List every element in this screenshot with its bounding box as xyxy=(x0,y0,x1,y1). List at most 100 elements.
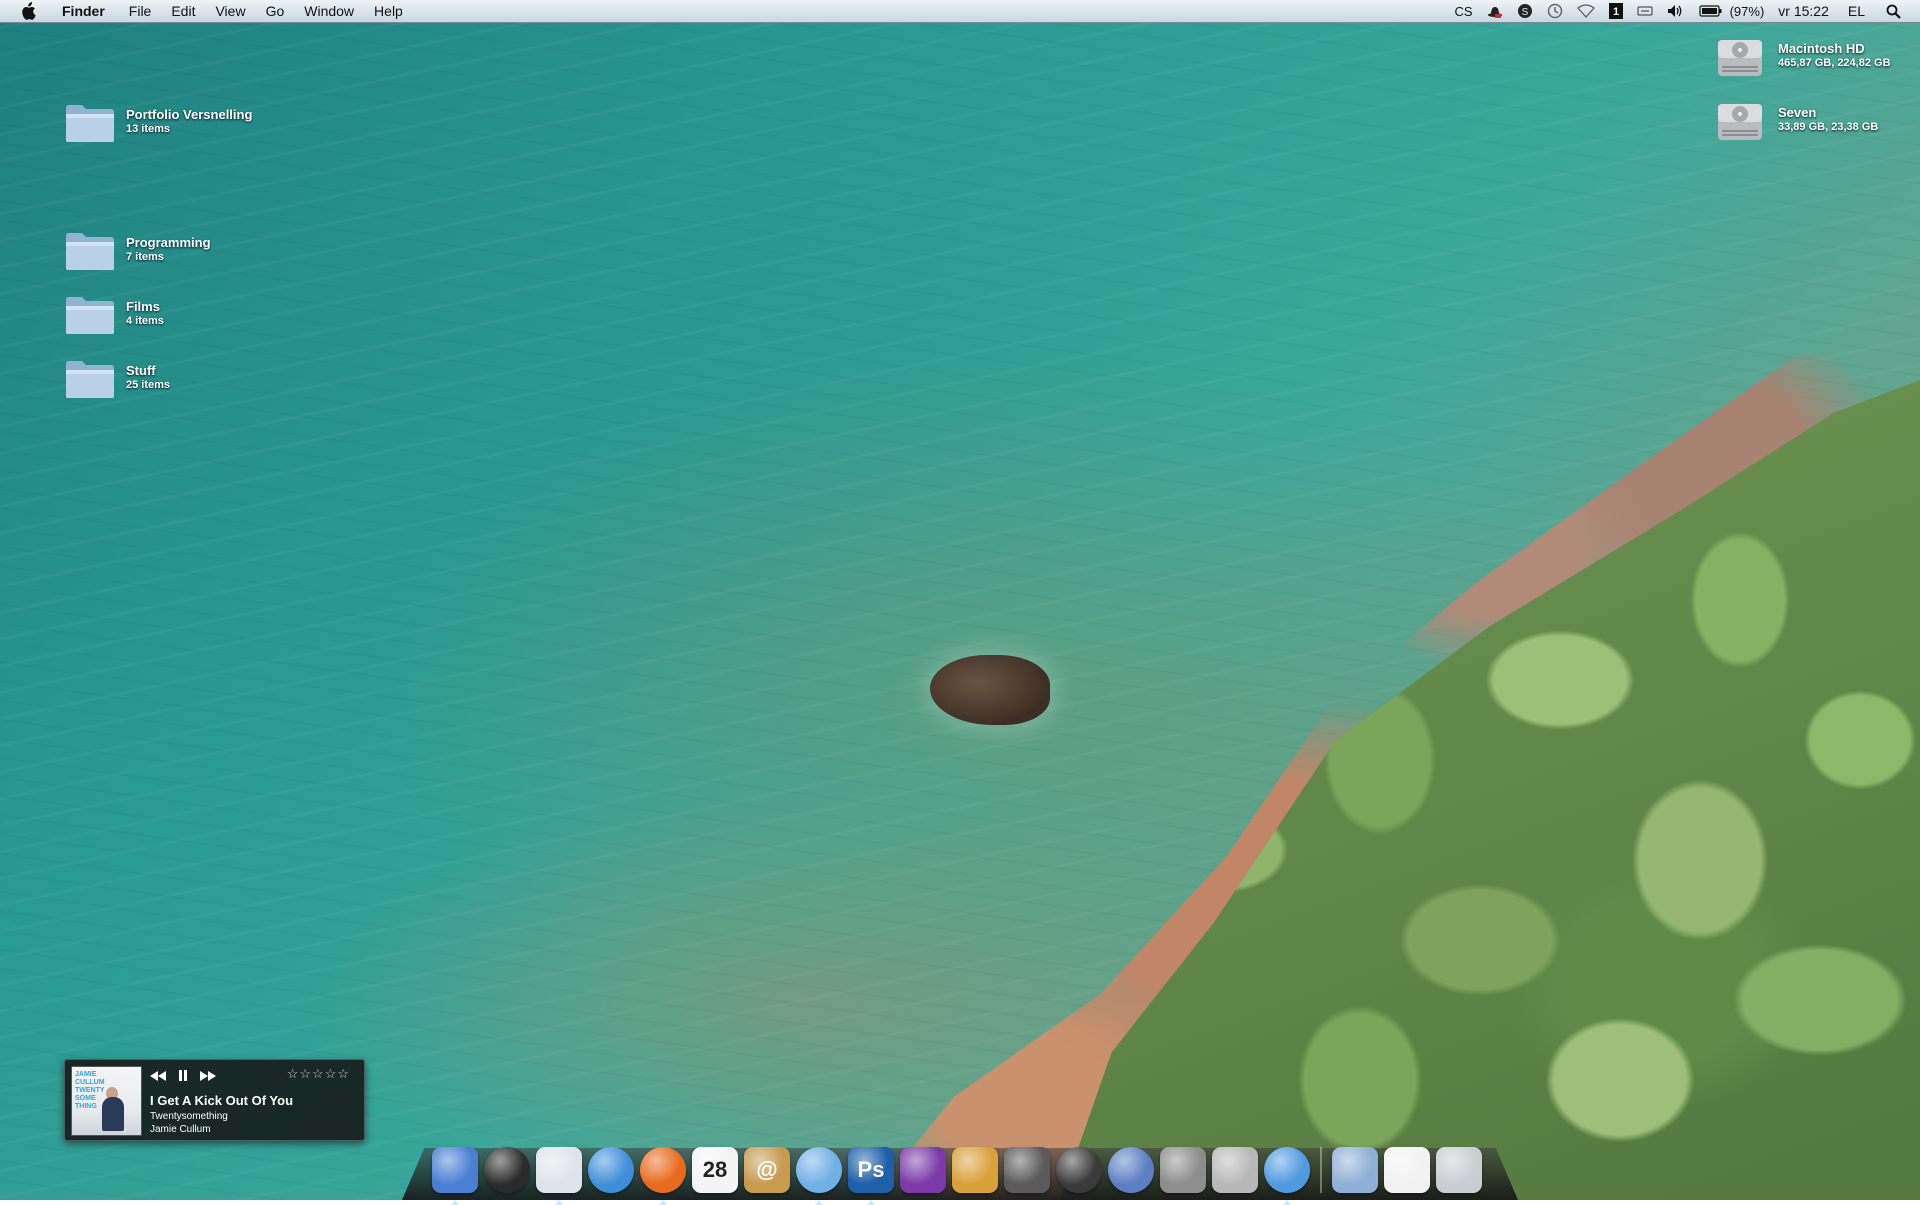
aperture-icon[interactable] xyxy=(900,1147,946,1193)
clock[interactable]: vr 15:22 xyxy=(1771,0,1836,22)
skype-icon[interactable]: S xyxy=(1510,0,1540,22)
drive-macintosh-hd[interactable]: Macintosh HD 465,87 GB, 224,82 GB xyxy=(1716,34,1891,78)
dashboard-icon[interactable] xyxy=(484,1147,530,1193)
folder-info: 4 items xyxy=(126,315,164,327)
track-title: I Get A Kick Out Of You xyxy=(150,1093,294,1108)
battery-percent: (97%) xyxy=(1729,3,1765,19)
drive-info: 33,89 GB, 23,38 GB xyxy=(1778,121,1879,133)
rating-stars[interactable]: ☆☆☆☆☆ xyxy=(287,1066,350,1082)
firefox-icon[interactable] xyxy=(640,1147,686,1205)
address-book-icon[interactable]: @ xyxy=(744,1147,790,1193)
hat-icon[interactable] xyxy=(1480,0,1510,22)
folder-name: Stuff xyxy=(126,363,156,378)
svg-text:1: 1 xyxy=(1613,6,1619,18)
svg-text:S: S xyxy=(1521,7,1528,18)
safari-icon[interactable] xyxy=(588,1147,634,1193)
pause-icon[interactable] xyxy=(178,1068,188,1086)
now-playing-widget[interactable]: JAMIE CULLUM TWENTY SOME THING ☆☆☆☆☆ I G… xyxy=(64,1059,365,1141)
script-editor-icon[interactable] xyxy=(1212,1147,1258,1193)
running-indicator xyxy=(555,1200,563,1205)
rock-in-water xyxy=(930,655,1050,725)
itunes-icon[interactable] xyxy=(796,1147,842,1205)
dock: 28 @ Ps xyxy=(432,1135,1482,1205)
battery-icon[interactable] xyxy=(1692,0,1730,22)
next-icon[interactable] xyxy=(200,1068,216,1086)
drive-info: 465,87 GB, 224,82 GB xyxy=(1778,57,1891,69)
dock-icon-label: Ps xyxy=(857,1157,885,1182)
folder-label: Stuff 25 items xyxy=(126,363,170,393)
drive-label: Seven 33,89 GB, 23,38 GB xyxy=(1778,105,1878,135)
folder-label: Programming 7 items xyxy=(126,235,211,265)
time-machine-icon[interactable] xyxy=(1540,0,1570,22)
volume-icon[interactable] xyxy=(1660,0,1692,22)
running-indicator xyxy=(659,1200,667,1205)
system-preferences-icon[interactable] xyxy=(1160,1147,1206,1193)
folder-icon xyxy=(64,100,116,144)
menu-file[interactable]: File xyxy=(119,0,162,22)
running-indicator xyxy=(1283,1200,1291,1205)
dvd-player-icon[interactable] xyxy=(1056,1147,1102,1193)
ichat-icon[interactable] xyxy=(1264,1147,1310,1205)
dock-icon-label: 28 xyxy=(702,1157,728,1182)
folder-icon xyxy=(64,292,116,336)
desktop-wallpaper xyxy=(0,0,1920,1200)
trash-icon[interactable] xyxy=(1436,1147,1482,1193)
ical-icon[interactable]: 28 xyxy=(692,1147,738,1193)
running-indicator xyxy=(815,1200,823,1205)
menu-bar: Finder File Edit View Go Window Help CS … xyxy=(0,0,1920,23)
folder-label: Films 4 items xyxy=(126,299,164,329)
color-sync-icon[interactable] xyxy=(1108,1147,1154,1193)
previous-icon[interactable] xyxy=(150,1068,166,1086)
folder-info: 25 items xyxy=(126,379,171,391)
cs-status[interactable]: CS xyxy=(1448,0,1480,22)
hard-drive-icon xyxy=(1716,34,1768,78)
drive-label: Macintosh HD 465,87 GB, 224,82 GB xyxy=(1778,41,1891,71)
mail-icon[interactable] xyxy=(536,1147,582,1205)
album-name: Twentysomething xyxy=(150,1111,228,1122)
status-area: CS S 1 (97%) vr 15:22 EL xyxy=(1448,0,1920,22)
folder-name: Films xyxy=(126,299,160,314)
folder-label: Portfolio Versnelling 13 items xyxy=(126,107,252,137)
photoshop-icon[interactable]: Ps xyxy=(848,1147,894,1205)
menu-app-finder[interactable]: Finder xyxy=(52,0,119,22)
spotlight-icon[interactable] xyxy=(1872,0,1908,22)
drive-name: Seven xyxy=(1778,105,1817,120)
cover-figure xyxy=(102,1097,124,1131)
menu-view[interactable]: View xyxy=(205,0,255,22)
folder-info: 7 items xyxy=(126,251,164,263)
finder-icon[interactable] xyxy=(432,1147,478,1205)
running-indicator xyxy=(867,1200,875,1205)
folder-icon xyxy=(64,228,116,272)
applications-stack-icon[interactable] xyxy=(1332,1147,1378,1193)
user-menu[interactable]: EL xyxy=(1836,0,1872,22)
dock-icon-label: @ xyxy=(756,1157,778,1182)
menu-help[interactable]: Help xyxy=(364,0,413,22)
apple-menu-icon[interactable] xyxy=(18,0,38,22)
dock-separator xyxy=(1320,1147,1322,1193)
drive-seven[interactable]: Seven 33,89 GB, 23,38 GB xyxy=(1716,98,1878,142)
wifi-icon[interactable] xyxy=(1570,0,1602,22)
album-cover: JAMIE CULLUM TWENTY SOME THING xyxy=(71,1066,142,1136)
playback-controls xyxy=(150,1068,216,1086)
transmit-icon[interactable] xyxy=(952,1147,998,1193)
menu-edit[interactable]: Edit xyxy=(161,0,205,22)
desktop-folder-portfolio[interactable]: Portfolio Versnelling 13 items xyxy=(64,100,252,144)
menu-window[interactable]: Window xyxy=(294,0,364,22)
folder-name: Programming xyxy=(126,235,211,250)
keyboard-icon[interactable] xyxy=(1630,0,1660,22)
folder-icon xyxy=(64,356,116,400)
desktop-folder-stuff[interactable]: Stuff 25 items xyxy=(64,356,170,400)
documents-stack-icon[interactable] xyxy=(1384,1147,1430,1193)
menu-go[interactable]: Go xyxy=(256,0,295,22)
cover-text: JAMIE CULLUM TWENTY SOME THING xyxy=(75,1071,105,1110)
hard-drive-icon xyxy=(1716,98,1768,142)
artist-name: Jamie Cullum xyxy=(150,1124,211,1135)
folder-info: 13 items xyxy=(126,123,171,135)
running-indicator xyxy=(451,1200,459,1205)
spaces-icon[interactable]: 1 xyxy=(1602,0,1630,22)
desktop-folder-films[interactable]: Films 4 items xyxy=(64,292,164,336)
drive-name: Macintosh HD xyxy=(1778,41,1865,56)
folder-name: Portfolio Versnelling xyxy=(126,107,253,122)
imovie-icon[interactable] xyxy=(1004,1147,1050,1193)
desktop-folder-programming[interactable]: Programming 7 items xyxy=(64,228,211,272)
